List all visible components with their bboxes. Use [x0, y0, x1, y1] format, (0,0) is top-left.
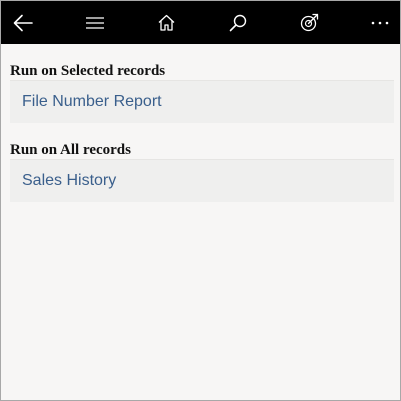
- arrow-left-icon: [13, 14, 33, 32]
- back-button[interactable]: [1, 1, 45, 44]
- menu-button[interactable]: [73, 1, 117, 44]
- target-arrow-icon: [300, 13, 319, 32]
- section-selected-records: Run on Selected records File Number Repo…: [10, 44, 394, 123]
- more-button[interactable]: [358, 1, 400, 44]
- report-list: Run on Selected records File Number Repo…: [10, 44, 394, 202]
- home-button[interactable]: [144, 1, 188, 44]
- section-heading: Run on Selected records: [10, 63, 166, 79]
- top-toolbar: [1, 1, 400, 44]
- list-item-sales-history[interactable]: Sales History: [10, 159, 394, 202]
- list-item-file-number-report[interactable]: File Number Report: [10, 80, 394, 123]
- hamburger-menu-icon: [86, 16, 104, 30]
- app-window: Run on Selected records File Number Repo…: [0, 0, 401, 401]
- section-heading: Run on All records: [10, 142, 131, 158]
- home-icon: [158, 14, 175, 31]
- search-button[interactable]: [216, 1, 260, 44]
- section-all-records: Run on All records Sales History: [10, 123, 394, 202]
- target-button[interactable]: [287, 1, 331, 44]
- search-icon: [229, 14, 247, 32]
- more-dots-icon: [371, 21, 389, 25]
